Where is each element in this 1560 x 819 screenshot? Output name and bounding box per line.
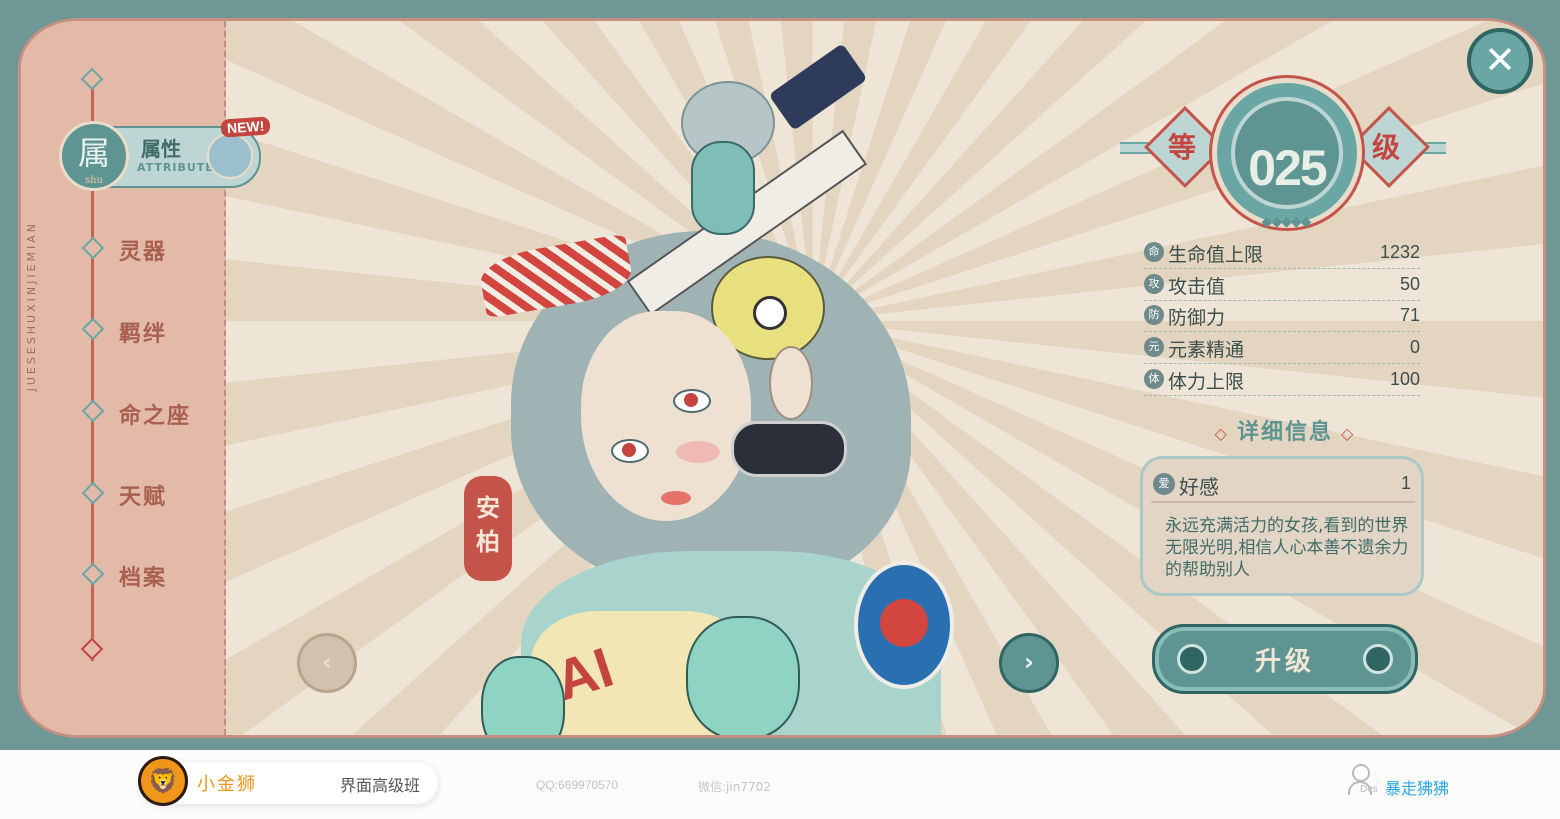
character-lips [661, 491, 691, 505]
character-earring [731, 421, 847, 477]
stat-value: 1232 [1379, 242, 1420, 262]
stat-label: 生命值上限 [1168, 244, 1264, 266]
sidebar-item-jiban[interactable]: 羁绊 [119, 316, 167, 348]
stat-value: 50 [1399, 274, 1420, 294]
stat-row-attack: 攻 攻击值 50 [1144, 270, 1420, 301]
attribute-badge-char: 属 [77, 134, 110, 172]
stat-row-elemental-mastery: 元 元素精通 0 [1144, 333, 1420, 364]
character-eye [673, 389, 711, 413]
footer-bar: 🦁 小金狮 界面高级班 QQ:669970570 微信:jin7702 Des … [0, 750, 1560, 819]
favor-value: 1 [1400, 473, 1411, 493]
stat-label: 防御力 [1168, 307, 1226, 329]
sidebar-node-icon [81, 317, 105, 341]
stat-label: 元素精通 [1168, 339, 1245, 361]
sidebar-item-tianfu[interactable]: 天赋 [119, 479, 167, 511]
level-stars: ◆◆◆◆◆ [1261, 214, 1312, 230]
character-eye [611, 439, 649, 463]
upgrade-button[interactable]: 升级 [1152, 624, 1418, 694]
stat-value: 0 [1409, 337, 1420, 357]
sidebar-node-icon [81, 399, 105, 423]
character-description: 永远充满活力的女孩,看到的世界无限光明,相信人心本善不遗余力的帮助别人 [1165, 516, 1409, 580]
close-button[interactable]: ✕ [1467, 28, 1533, 94]
stat-label: 体力上限 [1168, 371, 1245, 393]
attribute-label-cn: 属性 [141, 137, 181, 161]
wechat-contact: 微信:jin7702 [698, 780, 771, 794]
character-ear [769, 346, 813, 420]
sidebar-item-dangan[interactable]: 档案 [119, 560, 167, 592]
course-name: 界面高级班 [340, 776, 421, 795]
character-name-top: 安 [476, 493, 500, 522]
attribute-badge: 属 shu [59, 121, 129, 191]
sidebar-bottom-node [80, 637, 104, 661]
attribute-emblem-icon [207, 133, 253, 179]
sidebar-node-icon [81, 236, 105, 260]
element-icon: 元 [1144, 337, 1164, 357]
favor-row: 爱 好感 1 [1151, 469, 1415, 503]
lion-logo-icon: 🦁 [138, 756, 188, 806]
oni-mask-right [686, 616, 800, 735]
stat-value: 71 [1399, 305, 1420, 325]
sidebar-node-icon [81, 481, 105, 505]
sidebar-item-lingqi[interactable]: 灵器 [119, 234, 167, 266]
top-oni-mask [691, 141, 755, 235]
character-blush [676, 441, 720, 463]
stamina-icon: 体 [1144, 369, 1164, 389]
character-illustration: AI [461, 43, 961, 735]
level-value: 025 [1248, 140, 1327, 196]
stat-row-defense: 防 防御力 71 [1144, 301, 1420, 332]
stat-row-hp: 命 生命值上限 1232 [1144, 238, 1420, 269]
level-right-char: 级 [1371, 131, 1400, 164]
user-name-link[interactable]: 暴走狒狒 [1385, 775, 1449, 799]
heart-icon: 爱 [1153, 473, 1175, 495]
qq-contact: QQ:669970570 [536, 778, 619, 792]
next-character-button[interactable]: › [999, 633, 1059, 693]
prev-character-button[interactable]: ‹ [297, 633, 357, 693]
level-medallion-inner: 025 [1231, 97, 1343, 209]
user-subtitle: Des [1360, 784, 1378, 795]
character-name-bottom: 柏 [476, 527, 500, 556]
character-face [581, 311, 751, 521]
level-left-char: 等 [1167, 131, 1196, 164]
sidebar-top-node [80, 67, 104, 91]
oni-mask-left [481, 656, 565, 735]
attack-icon: 攻 [1144, 274, 1164, 294]
favor-card: 爱 好感 1 永远充满活力的女孩,看到的世界无限光明,相信人心本善不遗余力的帮助… [1140, 456, 1424, 596]
attribute-badge-pinyin: shu [84, 175, 103, 186]
stat-value: 100 [1389, 369, 1420, 389]
brand-name[interactable]: 小金狮 [197, 770, 257, 796]
stat-label: 攻击值 [1168, 276, 1226, 298]
attribute-label-en: ATTRIBUTE [137, 161, 214, 174]
hp-icon: 命 [1144, 242, 1164, 262]
sidebar-item-mingzhizuo[interactable]: 命之座 [119, 398, 191, 430]
new-badge: NEW! [220, 116, 271, 138]
stat-row-stamina: 体 体力上限 100 [1144, 365, 1420, 396]
gem-icon [1363, 644, 1393, 674]
shoulder-patch [854, 561, 954, 689]
favor-label: 好感 [1179, 475, 1219, 499]
defense-icon: 防 [1144, 305, 1164, 325]
sidebar-vertical-text: JUESESHUXINJIEMIAN [25, 221, 38, 392]
level-medallion: 025 [1212, 78, 1362, 228]
detail-info-title: 详细信息 [1180, 414, 1390, 446]
sidebar-node-icon [81, 562, 105, 586]
character-name-seal: 安 柏 [464, 476, 512, 581]
